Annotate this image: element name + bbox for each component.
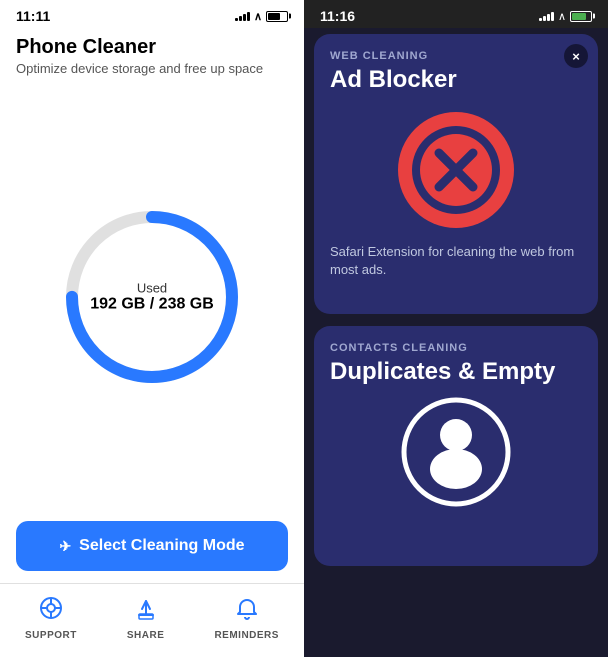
support-icon	[39, 596, 63, 626]
right-signal-icon	[539, 11, 554, 21]
status-time: 11:11	[16, 8, 50, 24]
nav-share[interactable]: SHARE	[127, 597, 165, 641]
status-bar: 11:11 ∧	[0, 0, 304, 28]
app-title: Phone Cleaner	[16, 36, 288, 59]
wifi-icon: ∧	[254, 10, 262, 23]
right-wifi-icon: ∧	[558, 10, 566, 23]
bottom-nav: SUPPORT SHARE REMINDERS	[0, 583, 304, 657]
left-panel: 11:11 ∧ Phone Cleaner Optimize device st…	[0, 0, 304, 657]
contacts-card-title: Duplicates & Empty	[330, 358, 582, 387]
ad-blocker-svg	[391, 105, 521, 235]
web-card-title: Ad Blocker	[330, 66, 582, 95]
storage-value: 192 GB / 238 GB	[90, 295, 214, 313]
share-icon	[134, 597, 158, 626]
nav-support[interactable]: SUPPORT	[25, 596, 77, 641]
reminders-icon	[235, 597, 259, 626]
contacts-card-category: CONTACTS CLEANING	[330, 342, 582, 354]
right-panel: 11:16 ∧ × WEB CLEANING Ad Blocker	[304, 0, 608, 657]
cleaning-icon: ✈	[59, 538, 71, 555]
circle-text: Used 192 GB / 238 GB	[90, 280, 214, 313]
share-label: SHARE	[127, 630, 165, 641]
contacts-cleaning-card: CONTACTS CLEANING Duplicates & Empty	[314, 326, 598, 566]
ad-blocker-icon	[330, 105, 582, 235]
app-subtitle: Optimize device storage and free up spac…	[16, 61, 288, 76]
battery-icon	[266, 11, 288, 22]
web-cleaning-card: × WEB CLEANING Ad Blocker Safari Extensi…	[314, 34, 598, 314]
right-status-icons: ∧	[539, 10, 592, 23]
right-status-time: 11:16	[320, 8, 355, 24]
contacts-icon	[330, 397, 582, 507]
reminders-label: REMINDERS	[214, 630, 279, 641]
used-label: Used	[90, 280, 214, 295]
web-card-description: Safari Extension for cleaning the web fr…	[330, 243, 582, 279]
storage-chart: Used 192 GB / 238 GB	[62, 207, 242, 387]
right-status-bar: 11:16 ∧	[304, 0, 608, 28]
person-svg	[396, 397, 516, 507]
select-cleaning-mode-button[interactable]: ✈ Select Cleaning Mode	[16, 521, 288, 571]
right-battery-icon	[570, 11, 592, 22]
storage-circle-container: Used 192 GB / 238 GB	[0, 90, 304, 503]
select-btn-label: Select Cleaning Mode	[79, 537, 244, 555]
app-header: Phone Cleaner Optimize device storage an…	[0, 28, 304, 80]
web-card-category: WEB CLEANING	[330, 50, 582, 62]
nav-reminders[interactable]: REMINDERS	[214, 597, 279, 641]
close-button[interactable]: ×	[564, 44, 588, 68]
signal-icon	[235, 11, 250, 21]
support-label: SUPPORT	[25, 630, 77, 641]
status-icons: ∧	[235, 10, 288, 23]
